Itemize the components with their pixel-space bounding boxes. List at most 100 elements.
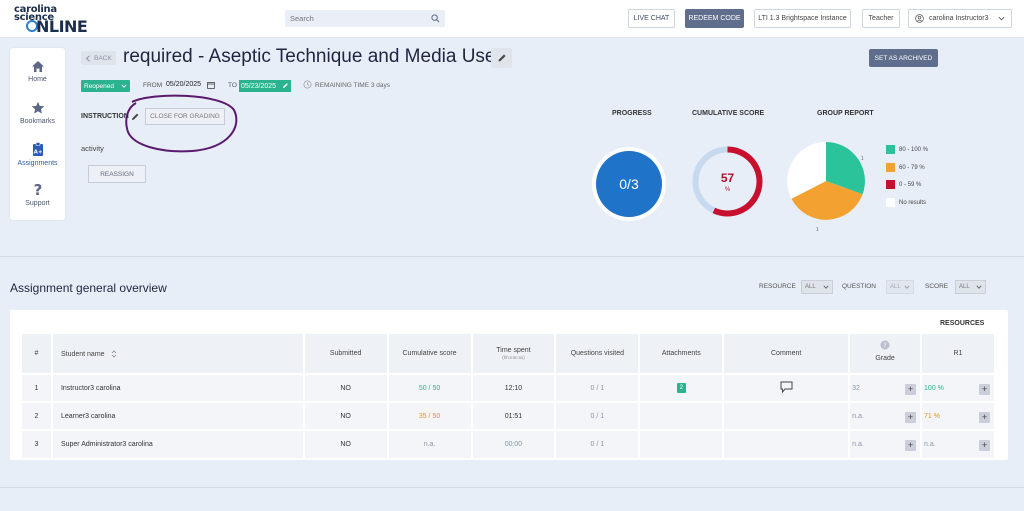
score-value: 57: [721, 171, 735, 185]
nav-item-label: Assignments: [17, 160, 58, 167]
add-grade-button[interactable]: +: [905, 440, 917, 451]
time-spent-unit: (hh:mm:ss): [502, 355, 525, 360]
progress-value: 0/3: [619, 176, 639, 192]
table-row: 3 Super Administrator3 carolina NO n.a. …: [22, 429, 996, 458]
user-menu[interactable]: carolina Instructor3: [908, 9, 1012, 28]
submitted-value: NO: [303, 429, 389, 458]
grade-value: 32: [852, 385, 860, 392]
to-date-field[interactable]: 05/23/2025: [239, 80, 291, 92]
status-dropdown[interactable]: Reopened: [81, 80, 130, 92]
time-spent-value: 12:10: [471, 373, 557, 402]
calendar-icon[interactable]: [207, 81, 215, 89]
comment-icon[interactable]: [780, 381, 793, 394]
attachments-cell: [639, 429, 725, 458]
chevron-down-icon: [976, 285, 982, 289]
grade-label: Grade: [875, 354, 895, 362]
cumulative-score-value: 50 / 50: [387, 373, 473, 402]
add-grade-button[interactable]: +: [905, 384, 917, 395]
home-icon: [31, 61, 44, 72]
questions-visited-value: 0 / 1: [555, 373, 641, 402]
edit-title-button[interactable]: [491, 48, 512, 68]
logo-line-3: NLINE: [36, 17, 88, 36]
carolina-science-online-logo[interactable]: carolina science NLINE: [12, 4, 94, 36]
cumulative-score-gauge: 57 %: [692, 146, 763, 217]
reassign-button[interactable]: REASSIGN: [88, 165, 146, 183]
back-button[interactable]: BACK: [81, 51, 116, 65]
student-name[interactable]: Instructor3 carolina: [51, 373, 305, 402]
legend-swatch: [886, 180, 895, 189]
from-date-field[interactable]: 05/20/2025: [166, 81, 201, 88]
sort-icon[interactable]: [111, 349, 117, 358]
nav-item-label: Bookmarks: [19, 118, 55, 125]
legend-swatch: [886, 145, 895, 154]
search-icon[interactable]: [431, 14, 440, 23]
attachments-badge[interactable]: 2: [676, 383, 686, 393]
set-as-archived-button[interactable]: SET AS ARCHIVED: [869, 49, 938, 67]
question-filter-label: QUESTION: [842, 283, 876, 290]
r1-cell: 100 % +: [921, 373, 996, 402]
section-divider: [0, 256, 1024, 257]
nav-item-support[interactable]: ? Support: [10, 182, 65, 207]
group-report-title: GROUP REPORT: [817, 110, 874, 117]
legend-item: No results: [886, 198, 926, 207]
progress-title: PROGRESS: [612, 110, 652, 117]
grade-cell: 32 +: [849, 373, 923, 402]
student-name[interactable]: Learner3 carolina: [51, 401, 305, 430]
nav-item-assignments[interactable]: A+ Assignments: [10, 142, 65, 167]
grade-value: n.a.: [852, 441, 864, 448]
column-student-name-label: Student name: [60, 350, 105, 358]
question-filter-value: ALL: [890, 284, 901, 290]
legend-item: 0 - 59 %: [886, 180, 921, 189]
submitted-value: NO: [303, 401, 389, 430]
score-unit: %: [725, 187, 731, 193]
overview-title: Assignment general overview: [10, 281, 167, 295]
add-r1-button[interactable]: +: [979, 440, 990, 451]
nav-item-label: Support: [25, 200, 50, 207]
grade-cell: n.a. +: [849, 401, 923, 430]
resource-filter-value: ALL: [805, 284, 816, 290]
column-student-name[interactable]: Student name: [51, 334, 305, 374]
add-grade-button[interactable]: +: [905, 412, 917, 423]
left-navigation: Home Bookmarks A+ Assignments ? Support: [10, 48, 65, 220]
nav-item-bookmarks[interactable]: Bookmarks: [10, 101, 65, 125]
search-box: [285, 10, 445, 27]
r1-value: 71 %: [924, 413, 940, 420]
role-teacher-button[interactable]: Teacher: [862, 9, 900, 28]
chevron-left-icon: [85, 54, 90, 62]
question-icon: ?: [33, 182, 42, 197]
legend-label: 0 - 59 %: [899, 181, 922, 188]
grade-cell: n.a. +: [849, 429, 923, 458]
question-filter-select[interactable]: ALL: [886, 280, 914, 294]
grade-value: n.a.: [852, 413, 864, 420]
annotation-circle: [125, 94, 238, 153]
legend-label: 60 - 79 %: [899, 164, 925, 171]
student-name[interactable]: Super Administrator3 carolina: [51, 429, 305, 458]
to-label: TO: [228, 82, 237, 89]
column-questions-visited: Questions visited: [555, 334, 641, 374]
column-r1: R1: [921, 334, 996, 374]
redeem-code-button[interactable]: REDEEM CODE: [685, 9, 744, 28]
live-chat-button[interactable]: LIVE CHAT: [628, 9, 675, 28]
lti-instance-button[interactable]: LTI 1.3 Brightspace Instance: [754, 9, 851, 28]
comment-cell: [723, 429, 851, 458]
back-label: BACK: [94, 54, 112, 62]
help-icon[interactable]: ?: [880, 340, 890, 350]
nav-item-home[interactable]: Home: [10, 60, 65, 83]
legend-item: 60 - 79 %: [886, 163, 925, 172]
r1-cell: 71 % +: [921, 401, 996, 430]
search-input[interactable]: [285, 10, 425, 27]
remaining-time: REMAINING TIME 3 days: [315, 82, 391, 89]
chevron-down-icon: [823, 285, 829, 289]
legend-item: 80 - 100 %: [886, 145, 928, 154]
resource-filter-select[interactable]: ALL: [801, 280, 833, 294]
add-r1-button[interactable]: +: [979, 384, 990, 395]
add-r1-button[interactable]: +: [979, 412, 990, 423]
activity-label: activity: [81, 144, 104, 153]
column-grade: ? Grade: [849, 334, 923, 374]
score-filter-select[interactable]: ALL: [955, 280, 986, 294]
top-bar: carolina science NLINE LIVE CHAT REDEEM …: [0, 0, 1024, 38]
svg-text:?: ?: [33, 182, 42, 197]
table-row: 1 Instructor3 carolina NO 50 / 50 12:10 …: [22, 373, 996, 402]
score-filter-label: SCORE: [925, 283, 949, 290]
legend-swatch: [886, 163, 895, 172]
